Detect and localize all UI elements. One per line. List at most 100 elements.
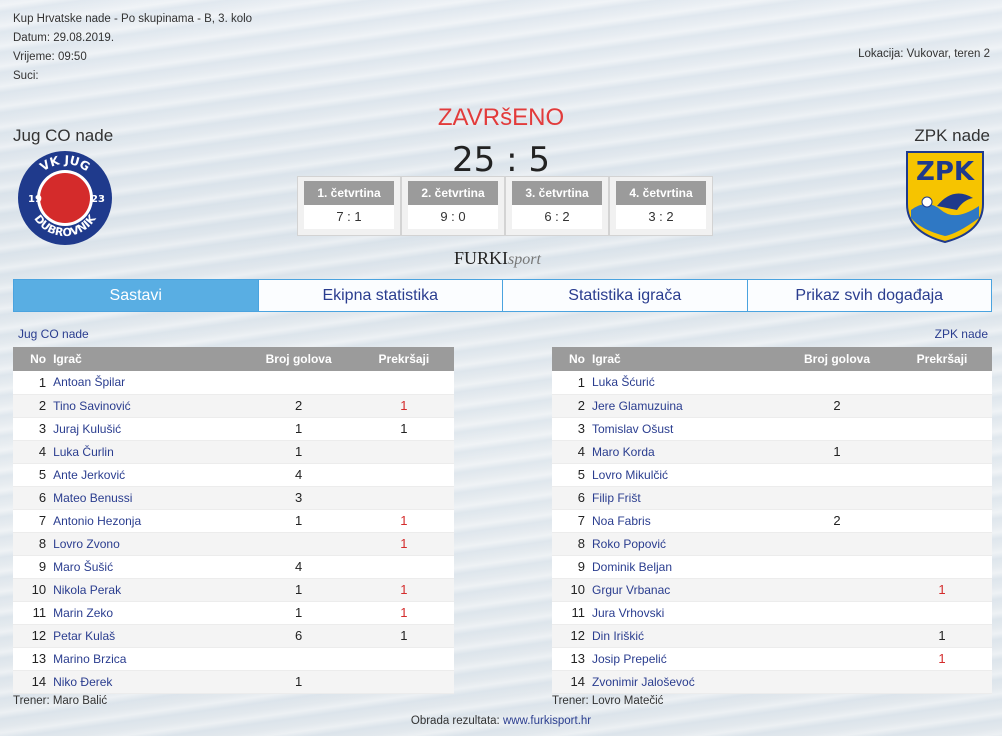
- col-fouls: Prekršaji: [892, 347, 992, 371]
- col-goals: Broj golova: [782, 347, 892, 371]
- quarter-box: 4. četvrtina 3 : 2: [609, 176, 713, 236]
- player-goals: 3: [243, 486, 354, 510]
- player-name-link[interactable]: Josip Prepelić: [592, 647, 782, 671]
- home-roster-title: Jug CO nade: [18, 327, 89, 341]
- player-name-link[interactable]: Maro Korda: [592, 440, 782, 464]
- match-status: ZAVRšENO: [437, 104, 565, 131]
- player-name-link[interactable]: Jura Vrhovski: [592, 601, 782, 625]
- col-no: No: [13, 347, 54, 371]
- table-row: 10 Nikola Perak 1 1: [13, 578, 454, 602]
- player-goals: 1: [243, 670, 354, 694]
- player-name-link[interactable]: Grgur Vrbanac: [592, 578, 782, 602]
- col-player: Igrač: [592, 347, 782, 371]
- player-fouls: 1: [353, 624, 454, 648]
- tab-statistika-igraca[interactable]: Statistika igrača: [503, 279, 748, 312]
- table-row: 11 Jura Vrhovski: [552, 601, 992, 625]
- footer-link[interactable]: www.furkisport.hr: [503, 715, 591, 727]
- player-name-link[interactable]: Dominik Beljan: [592, 555, 782, 579]
- match-info: Kup Hrvatske nade - Po skupinama - B, 3.…: [13, 10, 252, 86]
- player-fouls: 1: [353, 532, 454, 556]
- player-name-link[interactable]: Zvonimir Jaloševoć: [592, 670, 782, 694]
- player-number: 3: [552, 417, 592, 441]
- table-row: 11 Marin Zeko 1 1: [13, 601, 454, 625]
- player-name-link[interactable]: Nikola Perak: [53, 578, 244, 602]
- tab-bar: Sastavi Ekipna statistika Statistika igr…: [13, 279, 992, 312]
- brand-sub: sport: [508, 251, 541, 268]
- player-fouls: 1: [353, 578, 454, 602]
- table-row: 14 Zvonimir Jaloševoć: [552, 670, 992, 694]
- player-name-link[interactable]: Antonio Hezonja: [53, 509, 244, 533]
- player-name-link[interactable]: Maro Šušić: [53, 555, 244, 579]
- tab-prikaz-dogadaja[interactable]: Prikaz svih događaja: [747, 279, 992, 312]
- player-goals: [782, 555, 892, 579]
- player-fouls: [892, 555, 992, 579]
- quarter-label: 3. četvrtina: [512, 181, 602, 205]
- table-row: 13 Josip Prepelić 1: [552, 647, 992, 671]
- player-number: 10: [552, 578, 592, 602]
- quarter-box: 3. četvrtina 6 : 2: [505, 176, 609, 236]
- player-name-link[interactable]: Jere Glamuzuina: [592, 394, 782, 418]
- table-row: 9 Maro Šušić 4: [13, 555, 454, 579]
- player-name-link[interactable]: Ante Jerković: [53, 463, 244, 487]
- table-header-row: No Igrač Broj golova Prekršaji: [552, 347, 992, 371]
- player-name-link[interactable]: Noa Fabris: [592, 509, 782, 533]
- match-time: Vrijeme: 09:50: [13, 51, 87, 63]
- home-roster-table: No Igrač Broj golova Prekršaji 1 Antoan Š…: [13, 347, 454, 694]
- player-fouls: 1: [353, 509, 454, 533]
- player-name-link[interactable]: Lovro Zvono: [53, 532, 244, 556]
- player-number: 14: [552, 670, 592, 694]
- player-name-link[interactable]: Tino Savinović: [53, 394, 244, 418]
- player-name-link[interactable]: Din Iriškić: [592, 624, 782, 648]
- player-name-link[interactable]: Antoan Špilar: [53, 371, 244, 395]
- player-fouls: [892, 440, 992, 464]
- away-roster-title: ZPK nade: [934, 327, 988, 341]
- player-fouls: [892, 486, 992, 510]
- table-row: 14 Niko Đerek 1: [13, 670, 454, 694]
- footer: Obrada rezultata: www.furkisport.hr: [0, 715, 1002, 727]
- player-name-link[interactable]: Tomislav Ošust: [592, 417, 782, 441]
- player-number: 1: [552, 371, 592, 395]
- player-number: 9: [552, 555, 592, 579]
- player-number: 10: [13, 578, 54, 602]
- player-name-link[interactable]: Luka Čurlin: [53, 440, 244, 464]
- player-goals: [243, 371, 354, 395]
- player-name-link[interactable]: Lovro Mikulčić: [592, 463, 782, 487]
- player-name-link[interactable]: Luka Šćurić: [592, 371, 782, 395]
- table-row: 1 Antoan Špilar: [13, 371, 454, 395]
- player-fouls: 1: [353, 417, 454, 441]
- quarter-score: 6 : 2: [512, 205, 602, 229]
- player-goals: [243, 647, 354, 671]
- player-name-link[interactable]: Mateo Benussi: [53, 486, 244, 510]
- player-fouls: [353, 670, 454, 694]
- player-goals: 1: [782, 440, 892, 464]
- tab-ekipna-statistika[interactable]: Ekipna statistika: [258, 279, 503, 312]
- tab-sastavi[interactable]: Sastavi: [13, 279, 259, 312]
- player-fouls: 1: [353, 601, 454, 625]
- player-name-link[interactable]: Marin Zeko: [53, 601, 244, 625]
- table-row: 3 Juraj Kulušić 1 1: [13, 417, 454, 441]
- player-name-link[interactable]: Marino Brzica: [53, 647, 244, 671]
- player-goals: [782, 417, 892, 441]
- away-roster-table: No Igrač Broj golova Prekršaji 1 Luka Šću…: [552, 347, 992, 694]
- player-goals: 1: [243, 578, 354, 602]
- player-name-link[interactable]: Roko Popović: [592, 532, 782, 556]
- quarter-label: 2. četvrtina: [408, 181, 498, 205]
- quarter-box: 2. četvrtina 9 : 0: [401, 176, 505, 236]
- player-fouls: [892, 509, 992, 533]
- player-goals: [782, 463, 892, 487]
- player-number: 7: [13, 509, 54, 533]
- table-row: 6 Mateo Benussi 3: [13, 486, 454, 510]
- player-name-link[interactable]: Juraj Kulušić: [53, 417, 244, 441]
- player-name-link[interactable]: Petar Kulaš: [53, 624, 244, 648]
- player-goals: 2: [782, 509, 892, 533]
- furkisport-logo[interactable]: FURKIsport: [454, 248, 541, 269]
- player-number: 3: [13, 417, 54, 441]
- player-fouls: 1: [353, 394, 454, 418]
- table-row: 8 Lovro Zvono 1: [13, 532, 454, 556]
- player-name-link[interactable]: Filip Frišt: [592, 486, 782, 510]
- player-number: 12: [13, 624, 54, 648]
- quarter-score: 7 : 1: [304, 205, 394, 229]
- player-name-link[interactable]: Niko Đerek: [53, 670, 244, 694]
- player-goals: [782, 647, 892, 671]
- table-row: 9 Dominik Beljan: [552, 555, 992, 579]
